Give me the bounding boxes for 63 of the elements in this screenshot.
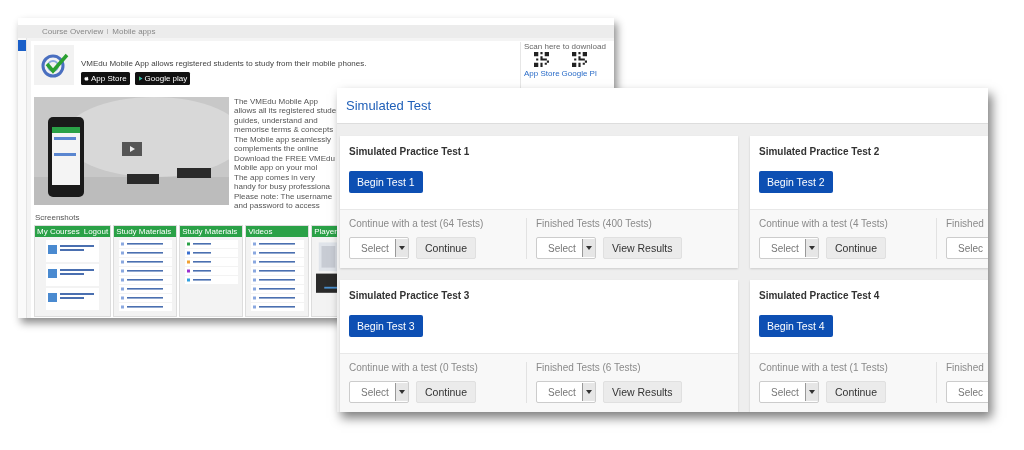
- action-button[interactable]: View Results: [603, 381, 682, 403]
- section-label: Continue with a test (4 Tests): [759, 218, 889, 229]
- list-drawing: [45, 240, 101, 310]
- select-dropdown[interactable]: Select: [759, 237, 819, 259]
- caret-icon[interactable]: [805, 239, 818, 257]
- qr-title: Scan here to download: [524, 42, 607, 51]
- begin-test-button[interactable]: Begin Test 4: [759, 315, 833, 337]
- caret-icon[interactable]: [805, 383, 818, 401]
- action-button[interactable]: Continue: [416, 381, 477, 403]
- section-label: Finished Tests (6 Tests): [536, 362, 642, 373]
- page-title: Simulated Test: [346, 98, 432, 113]
- screen-title: Study Materials: [116, 227, 172, 236]
- qr-code-icon: [534, 52, 550, 67]
- action-button[interactable]: View Results: [603, 237, 682, 259]
- begin-test-button[interactable]: Begin Test 1: [349, 171, 423, 193]
- section-label: Continue with a test (1 Tests): [759, 362, 889, 373]
- begin-test-button[interactable]: Begin Test 2: [759, 171, 833, 193]
- section-label: Continue with a test (64 Tests): [349, 218, 485, 229]
- caret-icon[interactable]: [582, 383, 595, 401]
- test-title: Simulated Practice Test 1: [349, 146, 470, 157]
- qr-label[interactable]: Google Pl: [561, 69, 597, 78]
- select-dropdown[interactable]: Select: [349, 381, 409, 403]
- qr-label[interactable]: App Store: [524, 69, 560, 78]
- play-button-icon[interactable]: [122, 142, 142, 156]
- caret-icon[interactable]: [395, 383, 408, 401]
- screen-title: Study Materials: [182, 227, 238, 236]
- screen-title: Player: [314, 227, 337, 236]
- logo-icon: [34, 45, 74, 85]
- begin-test-button[interactable]: Begin Test 3: [349, 315, 423, 337]
- list-drawing: [249, 240, 305, 311]
- section-label: Finished: [946, 218, 985, 229]
- select-dropdown[interactable]: Select: [536, 381, 596, 403]
- description-text: Please note: The username and password to access: [234, 192, 334, 210]
- caret-icon[interactable]: [395, 239, 408, 257]
- screen-title: My Courses: [37, 227, 80, 236]
- store-badge[interactable]: App Store: [81, 72, 130, 85]
- description-text: Download the FREE VMEdu Mobile app on your mol: [234, 154, 336, 172]
- select-dropdown[interactable]: Selec: [946, 237, 988, 259]
- test-title: Simulated Practice Test 3: [349, 290, 470, 301]
- action-button[interactable]: Continue: [826, 237, 887, 259]
- select-dropdown[interactable]: Select: [349, 237, 409, 259]
- select-dropdown[interactable]: Select: [536, 237, 596, 259]
- section-label: Finished Tests (400 Tests): [536, 218, 653, 229]
- intro-text: VMEdu Mobile App allows registered students to study from their mobile phones.: [81, 59, 368, 68]
- select-dropdown[interactable]: Selec: [946, 381, 988, 403]
- section-title: Screenshots: [35, 213, 80, 222]
- list-drawing: [117, 240, 173, 311]
- description-text: The app comes in very handy for busy professiona: [234, 173, 332, 191]
- qr-code-icon: [571, 52, 587, 67]
- caret-icon[interactable]: [582, 239, 595, 257]
- test-title: Simulated Practice Test 2: [759, 146, 880, 157]
- store-badge[interactable]: Google play: [134, 72, 191, 85]
- section-label: Finished: [946, 362, 985, 373]
- screen-title: Videos: [248, 227, 273, 236]
- action-button[interactable]: Continue: [416, 237, 477, 259]
- action-button[interactable]: Continue: [826, 381, 887, 403]
- test-title: Simulated Practice Test 4: [759, 290, 880, 301]
- description-text: The Mobile app seamlessly complements the online: [234, 135, 332, 153]
- description-text: guides, understand and memorise terms & concepts: [234, 116, 335, 134]
- section-label: Continue with a test (0 Tests): [349, 362, 479, 373]
- list-drawing: [183, 240, 239, 284]
- select-dropdown[interactable]: Select: [759, 381, 819, 403]
- play-icon: [137, 76, 143, 81]
